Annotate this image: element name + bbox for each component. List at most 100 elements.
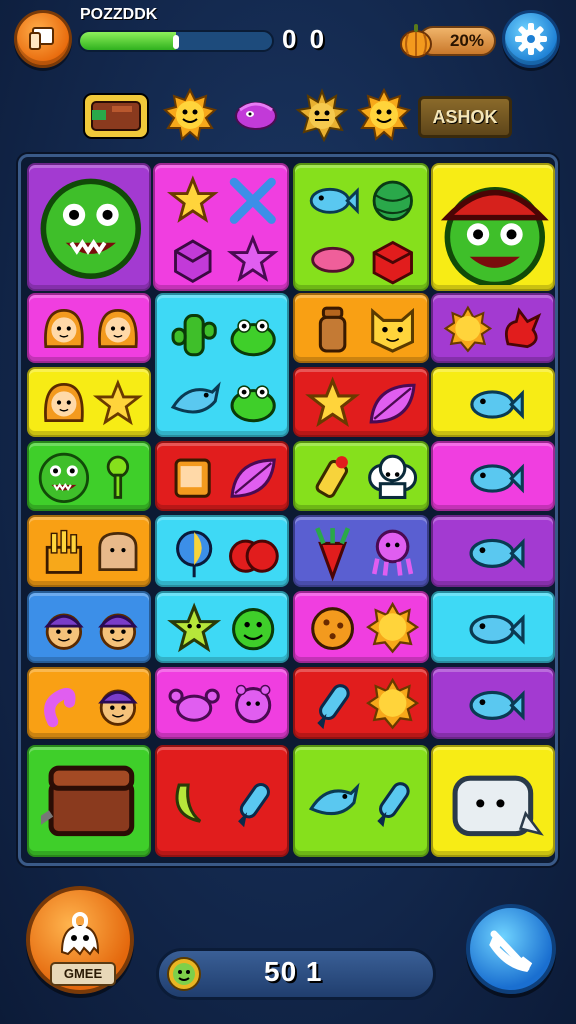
star-face-icon — [167, 602, 222, 653]
fish-icon — [469, 613, 525, 645]
player-tag[interactable]: ASHOK — [418, 96, 512, 138]
board-tile[interactable] — [293, 591, 429, 663]
board-tile[interactable] — [431, 163, 555, 291]
boy-face-icon — [98, 613, 139, 650]
board-tile[interactable] — [431, 745, 555, 857]
board-tile[interactable] — [155, 515, 289, 587]
board-tile[interactable] — [27, 745, 151, 857]
worm-icon — [43, 687, 76, 728]
octopus-icon — [372, 530, 414, 577]
cactus-icon — [171, 314, 218, 357]
board-tile[interactable] — [293, 515, 429, 587]
frog-icon — [230, 385, 277, 423]
rocket-icon — [317, 684, 351, 730]
girl-face-icon — [43, 309, 84, 349]
boy-face-icon — [43, 613, 84, 650]
sun-icon[interactable] — [356, 87, 412, 144]
fish-icon — [469, 389, 524, 419]
board-tile[interactable] — [155, 293, 289, 437]
banana-icon — [175, 783, 202, 823]
board-tile[interactable] — [155, 591, 289, 663]
board-tile[interactable] — [27, 293, 151, 363]
board-tile[interactable] — [27, 515, 151, 587]
board-tile[interactable] — [431, 667, 555, 739]
bottom-score: 50 1 — [264, 956, 323, 987]
toaster-icon — [452, 775, 544, 836]
bottle-icon — [319, 307, 347, 353]
board-tile[interactable] — [431, 441, 555, 511]
balloon-icon — [176, 530, 213, 578]
carrot-icon — [315, 527, 351, 582]
girl-face-icon — [98, 309, 139, 349]
board-tile[interactable] — [431, 367, 555, 437]
bird-icon — [171, 381, 222, 414]
board-tile[interactable] — [431, 591, 555, 663]
bird-icon — [309, 783, 361, 816]
cloud-face-icon — [368, 455, 418, 500]
sun-icon[interactable] — [162, 87, 218, 144]
bug-icon — [235, 684, 272, 724]
bean-icon — [311, 246, 355, 273]
cookie-icon — [311, 607, 355, 651]
settings-button[interactable] — [502, 10, 560, 68]
player-name: POZZDDK — [80, 6, 158, 23]
purple-blob-icon[interactable] — [228, 88, 284, 144]
monster-face-icon — [38, 452, 89, 504]
board-tile[interactable] — [293, 667, 429, 739]
board-tile[interactable] — [27, 667, 151, 739]
call-button[interactable] — [466, 904, 556, 994]
fish-icon — [469, 689, 525, 721]
pirate-monster-icon — [441, 187, 549, 285]
game-screen: POZZDDK 0 0 20% ASHOK GMEE 50 1 — [0, 0, 576, 1024]
star-icon — [167, 175, 219, 223]
board-tile[interactable] — [153, 163, 289, 291]
board-tile[interactable] — [293, 163, 429, 291]
chest-icon[interactable] — [82, 88, 150, 144]
fish-icon — [469, 463, 524, 493]
board-tile[interactable] — [27, 367, 151, 437]
spiky-creature-icon[interactable] — [294, 88, 350, 144]
fries-icon — [45, 529, 82, 574]
ball-icon — [372, 180, 414, 221]
progress-knob — [173, 35, 179, 49]
gear-icon — [515, 23, 547, 55]
phone-icon — [489, 930, 533, 972]
rocket-icon — [238, 782, 271, 828]
leaf-icon — [230, 458, 277, 498]
board-tile[interactable] — [431, 293, 555, 363]
board-tile[interactable] — [155, 441, 289, 511]
board-tile[interactable] — [293, 293, 429, 363]
bread-icon — [98, 532, 138, 572]
sun-icon — [366, 678, 420, 730]
girl-face-icon — [43, 383, 84, 423]
progress-fill — [80, 32, 176, 50]
cube-icon — [174, 239, 212, 283]
jar-icon — [174, 458, 212, 498]
crab-icon — [168, 688, 221, 722]
board-tile[interactable] — [27, 163, 151, 291]
progress-bar — [78, 30, 274, 52]
board-tile[interactable] — [431, 515, 555, 587]
board-tile[interactable] — [293, 367, 429, 437]
board-tile[interactable] — [155, 667, 289, 739]
board-tile[interactable] — [155, 745, 289, 857]
sun-icon — [443, 305, 492, 353]
red-box-icon — [372, 240, 414, 285]
key-icon — [107, 455, 130, 499]
board-tile[interactable] — [293, 745, 429, 857]
leaf-icon — [369, 384, 416, 424]
boy-face-icon — [98, 689, 139, 726]
menu-button[interactable] — [14, 10, 72, 68]
game-label: GMEE — [50, 962, 116, 986]
fish-icon — [310, 187, 359, 215]
smiley-icon — [232, 607, 275, 651]
board-tile[interactable] — [27, 441, 151, 511]
game-board — [18, 154, 558, 866]
treasure-chest-icon — [40, 765, 134, 836]
coin-icon — [167, 957, 201, 991]
star-icon — [93, 379, 144, 426]
board-tile[interactable] — [27, 591, 151, 663]
board-tile[interactable] — [293, 441, 429, 511]
card-icon — [29, 27, 54, 50]
game-button[interactable]: GMEE — [26, 886, 134, 994]
